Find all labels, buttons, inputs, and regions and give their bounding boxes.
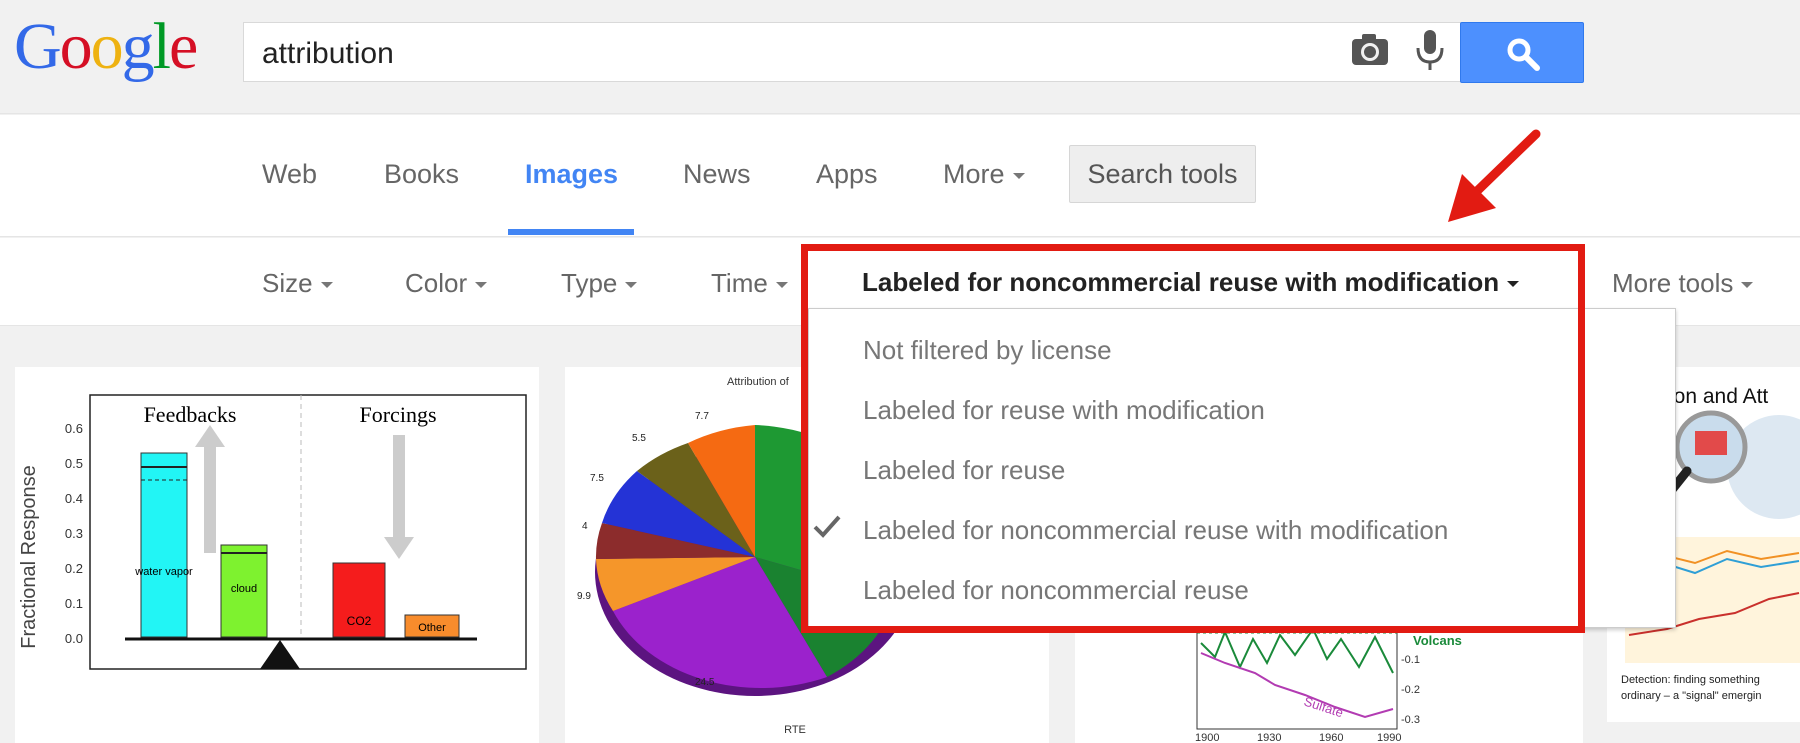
cloud-label: cloud xyxy=(231,583,257,595)
pie-label: 7.7 xyxy=(695,411,709,422)
x-tick: 1930 xyxy=(1257,732,1281,743)
pie-label: 4 xyxy=(582,521,588,532)
search-button[interactable] xyxy=(1460,22,1584,83)
filter-size[interactable]: Size xyxy=(262,268,333,299)
y-tick: -0.1 xyxy=(1401,654,1420,666)
y-tick: 0.3 xyxy=(65,526,83,541)
logo-letter: G xyxy=(14,10,62,83)
chevron-down-icon xyxy=(625,282,638,289)
x-tick: 1990 xyxy=(1377,732,1401,743)
other-label: Other xyxy=(418,622,446,634)
search-tools-button[interactable]: Search tools xyxy=(1069,145,1256,203)
tab-more-label: More xyxy=(943,159,1005,189)
filter-color-label: Color xyxy=(405,268,468,298)
co2-label: CO2 xyxy=(347,614,372,628)
logo-letter: o xyxy=(90,10,124,83)
forcings-label: Forcings xyxy=(360,402,437,427)
y-tick: 0.5 xyxy=(65,456,83,471)
pie-label: 7.5 xyxy=(590,473,604,484)
tab-more[interactable]: More xyxy=(943,159,1025,190)
y-tick: -0.2 xyxy=(1401,684,1420,696)
google-image-search-page: Google attribution Web Books Images News… xyxy=(0,0,1800,743)
filter-time-label: Time xyxy=(711,268,768,298)
pie-title: Attribution of xyxy=(727,376,790,388)
filter-time[interactable]: Time xyxy=(711,268,788,299)
tab-books[interactable]: Books xyxy=(384,159,459,190)
logo-letter: g xyxy=(121,10,155,83)
filter-size-label: Size xyxy=(262,268,313,298)
red-arrow-icon xyxy=(1448,129,1541,222)
image-result[interactable]: Fractional Response Feedbacks Forcings 0… xyxy=(15,367,539,743)
tab-apps[interactable]: Apps xyxy=(816,159,878,190)
logo-letter: o xyxy=(59,10,93,83)
google-logo[interactable]: Google xyxy=(14,10,198,83)
x-tick: 1960 xyxy=(1319,732,1343,743)
water-vapor-label: water vapor xyxy=(134,566,193,578)
feedbacks-forcings-figure: Fractional Response Feedbacks Forcings 0… xyxy=(18,394,527,670)
active-tab-indicator xyxy=(508,229,634,235)
figure-caption: Detection: finding something xyxy=(1621,674,1760,686)
pie-label: 9.9 xyxy=(577,591,591,602)
header: Google attribution xyxy=(0,0,1800,114)
y-tick: 0.0 xyxy=(65,631,83,646)
chevron-down-icon xyxy=(775,282,788,289)
y-tick: 0.2 xyxy=(65,561,83,576)
camera-icon[interactable] xyxy=(1350,30,1390,70)
tab-news[interactable]: News xyxy=(683,159,751,190)
y-tick: 0.1 xyxy=(65,596,83,611)
figure-caption: ordinary – a "signal" emergin xyxy=(1621,690,1762,702)
y-tick: 0.6 xyxy=(65,421,83,436)
search-query: attribution xyxy=(262,37,394,70)
x-tick: 1900 xyxy=(1195,732,1219,743)
filter-more-tools[interactable]: More tools xyxy=(1612,268,1754,299)
pie-footer: RTE xyxy=(784,724,806,736)
y-tick: 0.4 xyxy=(65,491,83,506)
y-axis-label: Fractional Response xyxy=(18,465,40,648)
tab-images[interactable]: Images xyxy=(525,159,618,190)
volcans-label: Volcans xyxy=(1413,633,1462,648)
microphone-icon[interactable] xyxy=(1412,28,1448,74)
highlight-box xyxy=(801,244,1585,633)
filter-type-label: Type xyxy=(561,268,618,298)
logo-letter: l xyxy=(152,10,171,83)
y-tick: -0.3 xyxy=(1401,714,1420,726)
chevron-down-icon xyxy=(1741,282,1754,289)
chevron-down-icon xyxy=(320,282,333,289)
logo-letter: e xyxy=(169,10,198,83)
filter-more-tools-label: More tools xyxy=(1612,268,1734,298)
filter-color[interactable]: Color xyxy=(405,268,488,299)
filter-type[interactable]: Type xyxy=(561,268,638,299)
tab-web[interactable]: Web xyxy=(262,159,317,190)
magnifier-icon xyxy=(1507,38,1540,71)
chevron-down-icon xyxy=(475,282,488,289)
pie-label: 24.5 xyxy=(695,677,715,688)
search-input[interactable]: attribution xyxy=(243,22,1461,82)
chevron-down-icon xyxy=(1012,172,1025,179)
feedbacks-label: Feedbacks xyxy=(144,402,237,427)
pie-label: 5.5 xyxy=(632,433,646,444)
